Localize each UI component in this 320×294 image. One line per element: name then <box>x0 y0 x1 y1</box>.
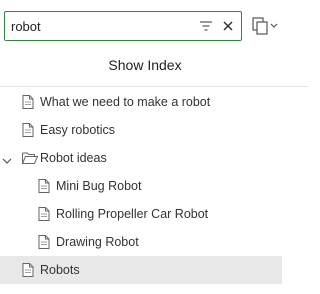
document-icon <box>22 95 34 109</box>
tree-item-label: Drawing Robot <box>56 235 139 249</box>
tree-item[interactable]: Rolling Propeller Car Robot <box>0 200 282 228</box>
tree-item[interactable]: Easy robotics <box>0 116 282 144</box>
tree-item-label: Robots <box>40 263 80 277</box>
document-icon <box>38 179 50 193</box>
document-icon <box>22 263 34 277</box>
search-toolbar <box>0 0 309 50</box>
show-index-button[interactable]: Show Index <box>0 54 290 76</box>
close-icon[interactable] <box>219 17 237 35</box>
divider <box>0 86 309 87</box>
tree-item[interactable]: Mini Bug Robot <box>0 172 282 200</box>
search-input[interactable] <box>11 17 191 35</box>
tree-item-label: Robot ideas <box>40 151 107 165</box>
tree-item-label: Easy robotics <box>40 123 116 137</box>
folder-open-icon <box>22 151 39 165</box>
chevron-down-icon[interactable] <box>2 153 12 164</box>
tree-item-label: What we need to make a robot <box>40 95 211 109</box>
document-icon <box>22 123 34 137</box>
tree-item-label: Rolling Propeller Car Robot <box>56 207 209 221</box>
tree-item[interactable]: Drawing Robot <box>0 228 282 256</box>
tree-item[interactable]: Robot ideas <box>0 144 282 172</box>
filter-icon[interactable] <box>197 17 215 35</box>
copy-icon[interactable] <box>250 14 282 38</box>
tree-item-label: Mini Bug Robot <box>56 179 142 193</box>
document-icon <box>38 235 50 249</box>
tree-item[interactable]: What we need to make a robot <box>0 88 282 116</box>
tree-item[interactable]: Robots <box>0 256 282 284</box>
search-box <box>4 11 242 41</box>
document-icon <box>38 207 50 221</box>
